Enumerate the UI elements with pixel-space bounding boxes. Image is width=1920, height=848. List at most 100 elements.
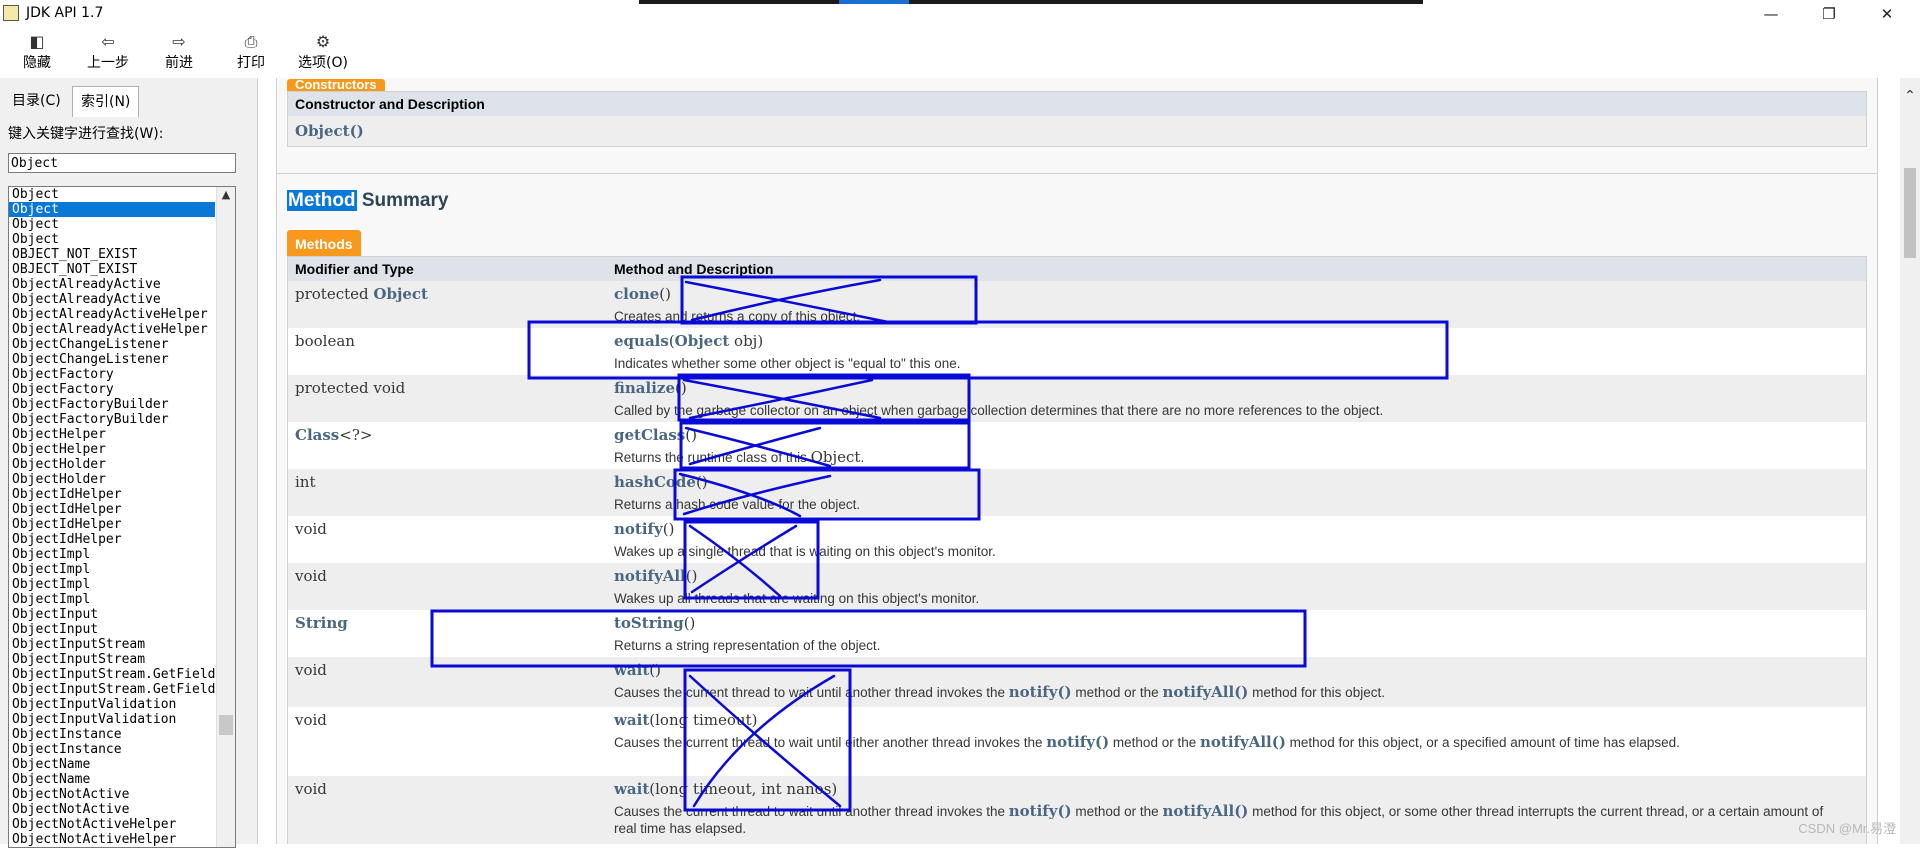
method-link[interactable]: notifyAll xyxy=(614,567,686,585)
method-link[interactable]: toString xyxy=(614,614,684,632)
list-item[interactable]: ObjectInput xyxy=(9,622,215,637)
method-return-type: boolean xyxy=(295,332,355,350)
index-list-scrollbar[interactable]: ▲ xyxy=(216,187,235,847)
type-link[interactable]: Object xyxy=(373,285,428,303)
notify-link[interactable]: notify() xyxy=(1009,802,1072,820)
list-item[interactable]: ObjectName xyxy=(9,772,215,787)
scroll-thumb[interactable] xyxy=(1904,168,1916,258)
list-item[interactable]: ObjectImpl xyxy=(9,592,215,607)
type-link[interactable]: String xyxy=(295,614,348,632)
list-item[interactable]: ObjectHolder xyxy=(9,457,215,472)
type-link[interactable]: Object xyxy=(675,332,730,350)
method-link[interactable]: finalize xyxy=(614,379,675,397)
list-item[interactable]: ObjectHelper xyxy=(9,442,215,457)
back-button[interactable]: ⇦ 上一步 xyxy=(80,32,136,72)
minimize-button[interactable]: — xyxy=(1748,0,1794,28)
forward-label: 前进 xyxy=(165,55,193,71)
list-item[interactable]: ObjectImpl xyxy=(9,577,215,592)
scroll-up-icon[interactable]: ▲ xyxy=(217,187,235,203)
method-return-type: protected void xyxy=(295,379,406,397)
list-item[interactable]: Object xyxy=(9,202,215,217)
list-item[interactable]: ObjectNotActiveHelper xyxy=(9,832,215,847)
list-item[interactable]: Object xyxy=(9,232,215,247)
list-item[interactable]: ObjectInputStream.GetField xyxy=(9,682,215,697)
list-item[interactable]: ObjectInputValidation xyxy=(9,697,215,712)
nav-tabs: 目录(C) 索引(N) xyxy=(0,86,250,117)
list-item[interactable]: ObjectAlreadyActiveHelper xyxy=(9,322,215,337)
list-item[interactable]: ObjectInstance xyxy=(9,742,215,757)
list-item[interactable]: Object xyxy=(9,187,215,202)
list-item[interactable]: ObjectNotActive xyxy=(9,787,215,802)
tab-index[interactable]: 索引(N) xyxy=(72,86,140,117)
method-link[interactable]: wait xyxy=(614,780,649,798)
window-title: JDK API 1.7 xyxy=(26,5,104,21)
options-button[interactable]: ⚙ 选项(O) xyxy=(294,32,352,72)
method-link[interactable]: hashCode xyxy=(614,473,696,491)
list-item[interactable]: ObjectName xyxy=(9,757,215,772)
list-item[interactable]: ObjectNotActiveHelper xyxy=(9,817,215,832)
list-item[interactable]: ObjectInstance xyxy=(9,727,215,742)
method-link[interactable]: wait xyxy=(614,711,649,729)
list-item[interactable]: ObjectFactoryBuilder xyxy=(9,412,215,427)
list-item[interactable]: ObjectFactory xyxy=(9,367,215,382)
maximize-button[interactable]: ❐ xyxy=(1806,0,1852,28)
close-button[interactable]: ✕ xyxy=(1864,0,1910,28)
pane-splitter[interactable] xyxy=(250,78,258,844)
index-list[interactable]: Object Object Object Object OBJECT_NOT_EXIST… xyxy=(8,186,236,848)
list-item[interactable]: ObjectIdHelper xyxy=(9,517,215,532)
method-link[interactable]: equals xyxy=(614,332,669,350)
hide-button[interactable]: ◧ 隐藏 xyxy=(16,32,58,72)
toolbar: ◧ 隐藏 ⇦ 上一步 ⇨ 前进 ⎙ 打印 ⚙ 选项(O) xyxy=(0,28,1920,78)
list-item[interactable]: ObjectInputStream xyxy=(9,637,215,652)
list-item[interactable]: ObjectIdHelper xyxy=(9,502,215,517)
tab-contents[interactable]: 目录(C) xyxy=(4,88,69,114)
list-item[interactable]: ObjectHelper xyxy=(9,427,215,442)
list-item[interactable]: ObjectAlreadyActive xyxy=(9,292,215,307)
notifyall-link[interactable]: notifyAll() xyxy=(1162,802,1248,820)
method-signature: notifyAll() xyxy=(614,567,698,585)
list-item[interactable]: ObjectFactory xyxy=(9,382,215,397)
printer-icon: ⎙ xyxy=(244,32,258,51)
method-link[interactable]: clone xyxy=(614,285,659,303)
scroll-up-icon[interactable]: ⌃ xyxy=(1900,88,1920,104)
list-item[interactable]: OBJECT_NOT_EXIST xyxy=(9,247,215,262)
keyword-search-input[interactable] xyxy=(8,153,236,173)
method-description: Returns a hash code value for the object… xyxy=(614,497,861,512)
list-item[interactable]: ObjectIdHelper xyxy=(9,532,215,547)
method-description: Called by the garbage collector on an ob… xyxy=(614,403,1384,418)
notify-link[interactable]: notify() xyxy=(1046,733,1109,751)
method-link[interactable]: getClass xyxy=(614,426,685,444)
type-link[interactable]: Class xyxy=(295,426,339,444)
list-item[interactable]: ObjectFactoryBuilder xyxy=(9,397,215,412)
list-item[interactable]: ObjectAlreadyActiveHelper xyxy=(9,307,215,322)
list-item[interactable]: ObjectImpl xyxy=(9,562,215,577)
list-item[interactable]: ObjectInputValidation xyxy=(9,712,215,727)
forward-button[interactable]: ⇨ 前进 xyxy=(158,32,200,72)
list-item[interactable]: Object xyxy=(9,217,215,232)
method-description: Returns the runtime class of this Object… xyxy=(614,448,865,466)
method-signature: wait() xyxy=(614,661,661,679)
method-description: Wakes up a single thread that is waiting… xyxy=(614,544,996,559)
print-button[interactable]: ⎙ 打印 xyxy=(230,32,272,72)
table-row: void wait() Causes the current thread to w… xyxy=(288,657,1866,707)
list-item[interactable]: ObjectChangeListener xyxy=(9,352,215,367)
notifyall-link[interactable]: notifyAll() xyxy=(1200,733,1286,751)
list-item[interactable]: ObjectAlreadyActive xyxy=(9,277,215,292)
list-item[interactable]: ObjectHolder xyxy=(9,472,215,487)
list-item[interactable]: ObjectNotActive xyxy=(9,802,215,817)
scroll-thumb[interactable] xyxy=(219,715,233,735)
list-item[interactable]: ObjectIdHelper xyxy=(9,487,215,502)
list-item[interactable]: ObjectInputStream.GetField xyxy=(9,667,215,682)
method-return-type: String xyxy=(295,614,348,632)
notify-link[interactable]: notify() xyxy=(1009,683,1072,701)
list-item[interactable]: ObjectImpl xyxy=(9,547,215,562)
notifyall-link[interactable]: notifyAll() xyxy=(1162,683,1248,701)
list-item[interactable]: OBJECT_NOT_EXIST xyxy=(9,262,215,277)
content-scrollbar[interactable]: ⌃ xyxy=(1900,78,1920,844)
list-item[interactable]: ObjectChangeListener xyxy=(9,337,215,352)
method-link[interactable]: wait xyxy=(614,661,649,679)
list-item[interactable]: ObjectInputStream xyxy=(9,652,215,667)
constructor-link[interactable]: Object() xyxy=(295,122,364,140)
list-item[interactable]: ObjectInput xyxy=(9,607,215,622)
method-link[interactable]: notify xyxy=(614,520,663,538)
